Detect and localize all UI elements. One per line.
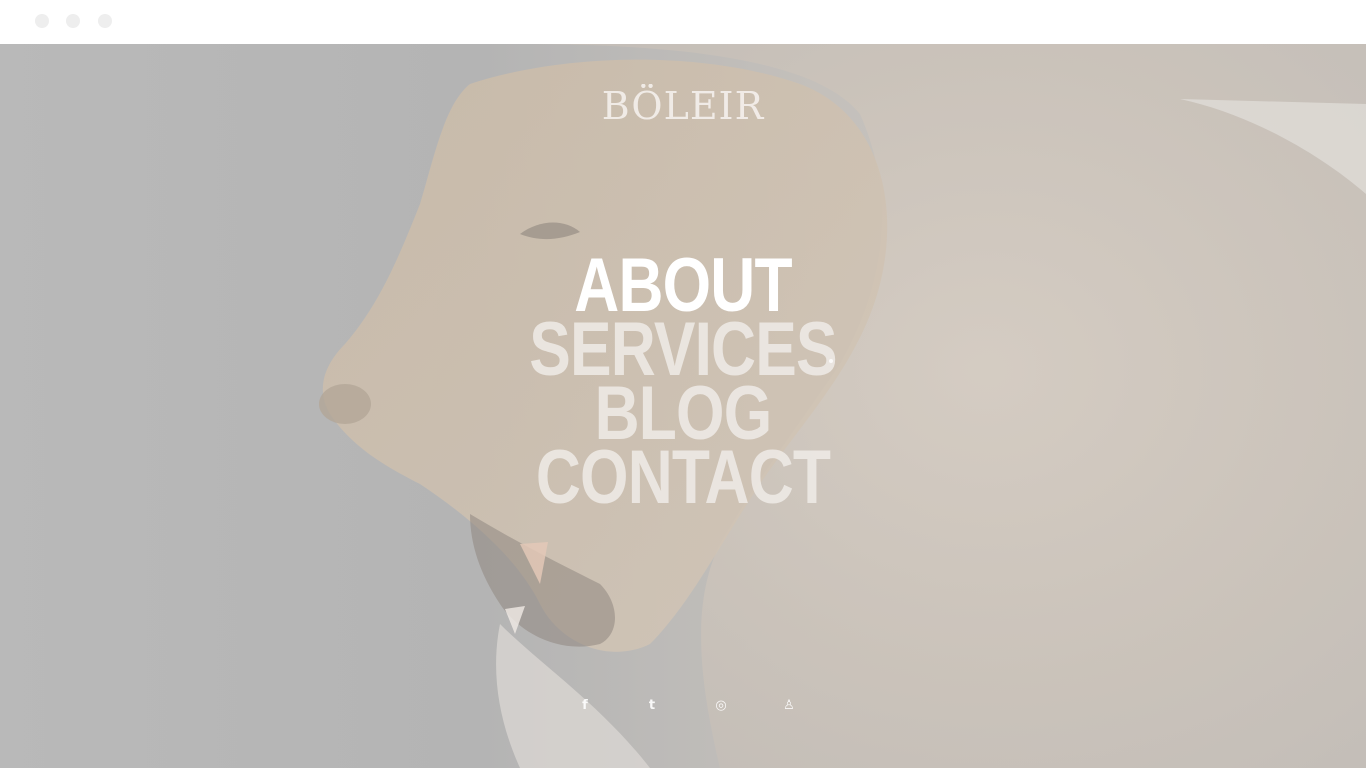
facebook-icon[interactable]: f [574,694,596,716]
nav-indicator-dot [829,359,833,363]
social-links: f t ◎ ♙ [0,694,1366,718]
browser-titlebar [0,0,1366,44]
close-dot[interactable] [35,14,49,28]
maximize-dot[interactable] [98,14,112,28]
minimize-dot[interactable] [66,14,80,28]
user-icon[interactable]: ♙ [778,694,800,716]
nav-item-contact[interactable]: CONTACT [123,440,1243,516]
twitter-icon[interactable]: t [641,694,663,716]
instagram-icon[interactable]: ◎ [710,694,732,716]
brand-logo[interactable]: BÖLEIR [0,84,1366,128]
main-navigation: ABOUT SERVICES BLOG CONTACT [0,248,1366,516]
hero-background: BÖLEIR ABOUT SERVICES BLOG CONTACT f t ◎… [0,44,1366,768]
